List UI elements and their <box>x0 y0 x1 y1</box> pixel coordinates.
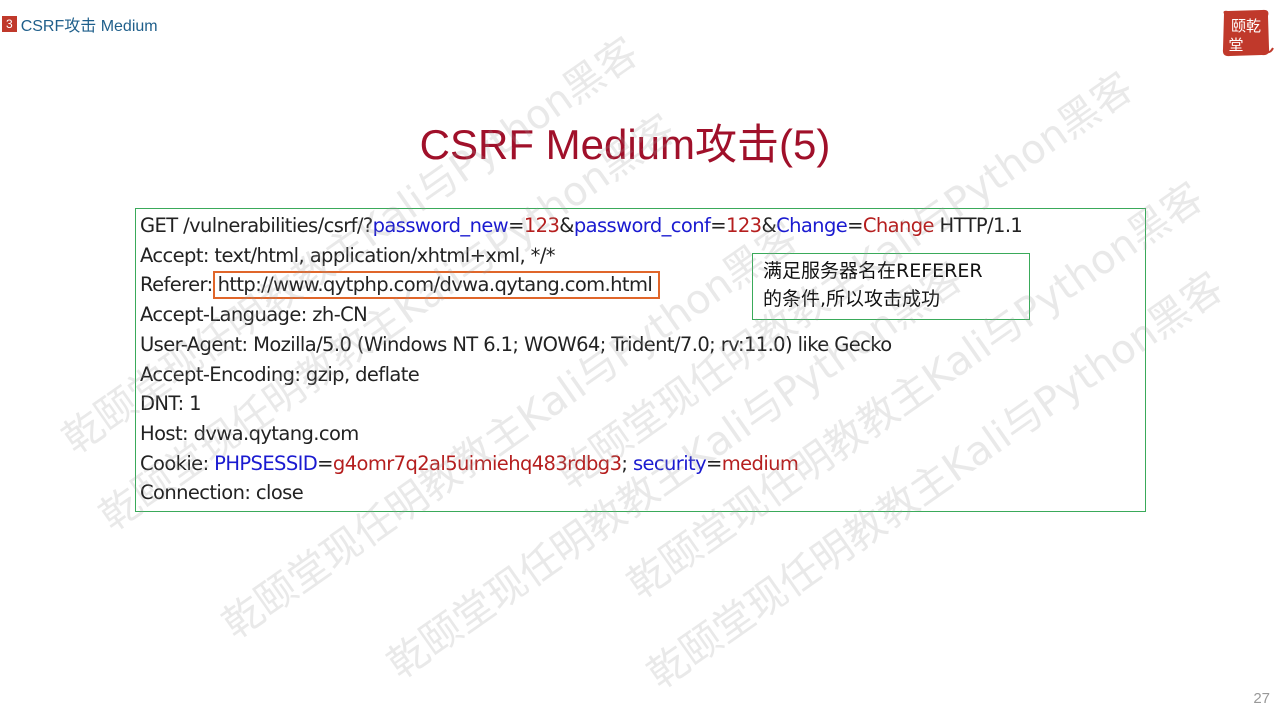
connection-header: Connection: close <box>140 481 304 505</box>
annotation-note: 满足服务器名在REFERER 的条件,所以攻击成功 <box>752 253 1030 320</box>
section-tag: 3 CSRF攻击 Medium <box>2 12 158 36</box>
section-number-badge: 3 <box>2 16 17 32</box>
slide-title: CSRF Medium攻击(5) <box>419 121 831 168</box>
request-line: GET /vulnerabilities/csrf/?password_new=… <box>140 214 1023 237</box>
cookie-header: Cookie: PHPSESSID=g4omr7q2al5uimiehq483r… <box>140 451 799 475</box>
host-header: Host: dvwa.qytang.com <box>140 421 359 445</box>
dnt-header: DNT: 1 <box>140 392 202 416</box>
user-agent-header: User-Agent: Mozilla/5.0 (Windows NT 6.1;… <box>140 332 892 356</box>
seal-text-top: 颐乾 <box>1231 17 1261 35</box>
note-line-1: 满足服务器名在REFERER <box>763 260 983 282</box>
seal-text-bottom: 堂 <box>1228 36 1243 54</box>
note-line-2: 的条件,所以攻击成功 <box>763 288 941 310</box>
referer-url-highlight: http://www.qytphp.com/dvwa.qytang.com.ht… <box>212 271 661 300</box>
seal-logo: 颐乾 堂 <box>1222 9 1274 57</box>
section-title: CSRF攻击 Medium <box>20 18 158 35</box>
page-number: 27 <box>1253 690 1270 707</box>
accept-encoding-header: Accept-Encoding: gzip, deflate <box>140 362 420 386</box>
